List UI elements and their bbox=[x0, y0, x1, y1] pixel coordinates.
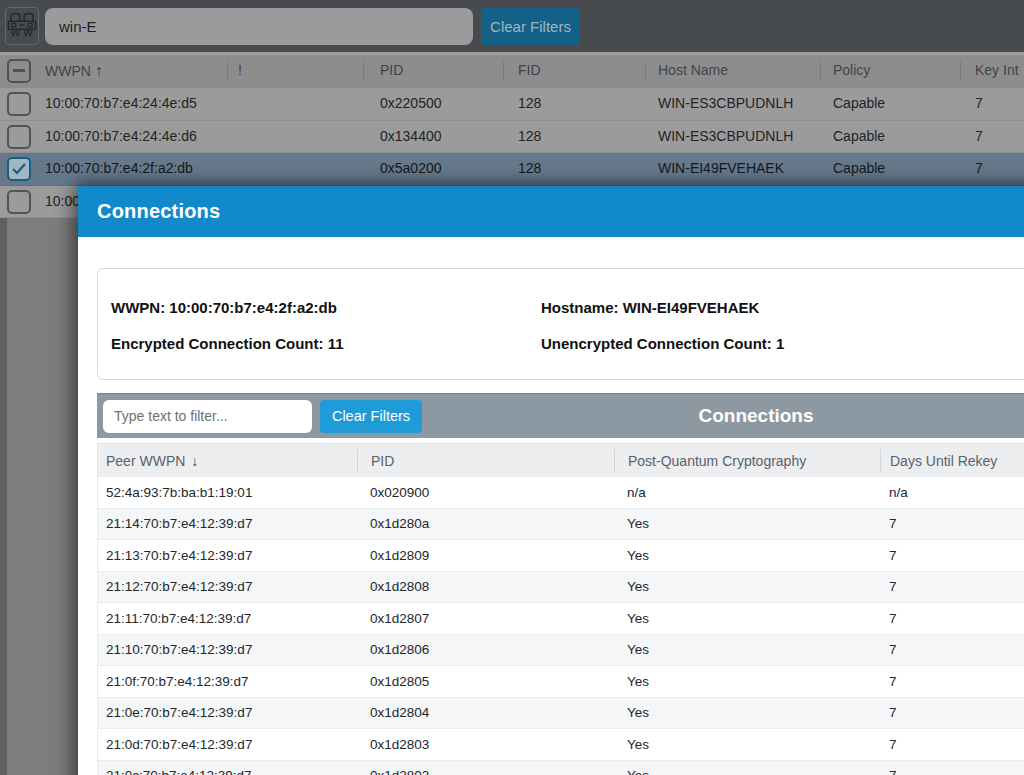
column-header-pid[interactable]: PID bbox=[357, 444, 614, 477]
summary-encrypted-count: Encrypted Connection Count: 11 bbox=[111, 335, 541, 352]
connections-table-title: Connections bbox=[422, 405, 1024, 427]
connection-row[interactable]: 52:4a:93:7b:ba:b1:19:010x020900n/an/a bbox=[97, 477, 1024, 509]
connection-summary: WWPN: 10:00:70:b7:e4:2f:a2:db Hostname: … bbox=[97, 268, 1024, 380]
connections-clear-filters-button[interactable]: Clear Filters bbox=[320, 400, 422, 433]
column-header-peer-wwpn[interactable]: Peer WWPN↓ bbox=[98, 444, 357, 477]
summary-wwpn: WWPN: 10:00:70:b7:e4:2f:a2:db bbox=[111, 299, 541, 316]
connection-row[interactable]: 21:13:70:b7:e4:12:39:d70x1d2809Yes7 bbox=[97, 540, 1024, 572]
connection-row[interactable]: 21:0f:70:b7:e4:12:39:d70x1d2805Yes7 bbox=[97, 666, 1024, 698]
connection-row[interactable]: 21:0d:70:b7:e4:12:39:d70x1d2803Yes7 bbox=[97, 729, 1024, 761]
connection-row[interactable]: 21:0c:70:b7:e4:12:39:d70x1d2802Yes7 bbox=[97, 761, 1024, 775]
summary-unencrypted-count: Unencrypted Connection Count: 1 bbox=[541, 335, 784, 352]
connection-row[interactable]: 21:14:70:b7:e4:12:39:d70x1d280aYes7 bbox=[97, 509, 1024, 541]
connections-filter-bar: Clear Filters Connections bbox=[97, 393, 1024, 438]
modal-title: Connections bbox=[97, 200, 220, 223]
connection-row[interactable]: 21:12:70:b7:e4:12:39:d70x1d2808Yes7 bbox=[97, 572, 1024, 604]
connection-row[interactable]: 21:10:70:b7:e4:12:39:d70x1d2806Yes7 bbox=[97, 635, 1024, 667]
connections-filter-input[interactable] bbox=[103, 400, 312, 433]
page: Clear Filters WWPN ↑ ! PID FID Host Name… bbox=[0, 0, 1024, 775]
connections-table: Peer WWPN↓ PID Post-Quantum Cryptography… bbox=[97, 443, 1024, 775]
column-header-pqc[interactable]: Post-Quantum Cryptography bbox=[614, 444, 880, 477]
connections-table-header: Peer WWPN↓ PID Post-Quantum Cryptography… bbox=[97, 443, 1024, 477]
connection-row[interactable]: 21:0e:70:b7:e4:12:39:d70x1d2804Yes7 bbox=[97, 698, 1024, 730]
summary-hostname: Hostname: WIN-EI49FVEHAEK bbox=[541, 299, 759, 316]
modal-header: Connections bbox=[78, 186, 1024, 237]
sort-desc-icon: ↓ bbox=[191, 453, 198, 469]
connection-row[interactable]: 21:11:70:b7:e4:12:39:d70x1d2807Yes7 bbox=[97, 603, 1024, 635]
connections-modal: Connections WWPN: 10:00:70:b7:e4:2f:a2:d… bbox=[78, 186, 1024, 775]
modal-body: WWPN: 10:00:70:b7:e4:2f:a2:db Hostname: … bbox=[78, 237, 1024, 775]
column-header-days-until-rekey[interactable]: Days Until Rekey bbox=[880, 444, 1024, 477]
